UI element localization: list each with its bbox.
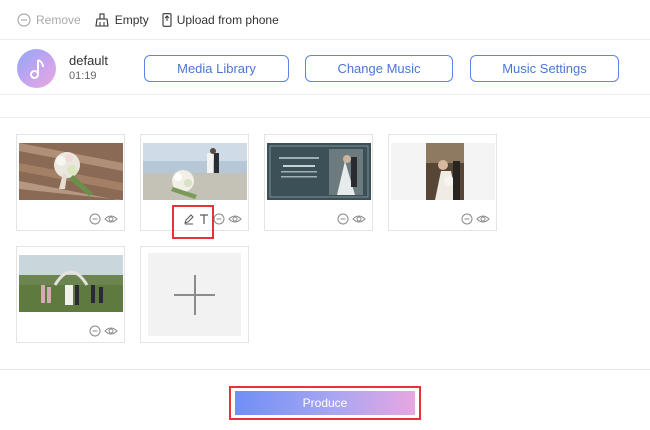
music-bar: default 01:19 Media Library Change Music… — [0, 41, 650, 95]
photo-thumbnail — [143, 143, 247, 200]
remove-button[interactable]: Remove — [17, 13, 81, 27]
photo-card[interactable] — [16, 246, 125, 343]
music-duration: 01:19 — [69, 70, 97, 82]
photo-card[interactable] — [264, 134, 373, 231]
photo-thumbnail — [19, 255, 123, 312]
photo-thumbnail — [267, 143, 371, 200]
remove-photo-icon[interactable] — [337, 213, 349, 225]
photo-card[interactable] — [388, 134, 497, 231]
photo-thumbnail — [19, 143, 123, 200]
remove-label: Remove — [36, 12, 81, 27]
empty-button[interactable]: Empty — [94, 13, 149, 27]
music-settings-button[interactable]: Music Settings — [470, 55, 619, 82]
media-library-button[interactable]: Media Library — [144, 55, 289, 82]
remove-photo-icon[interactable] — [213, 213, 225, 225]
card-actions — [334, 213, 366, 225]
slideshow-editor: Remove Empty Upload from phone default 0… — [0, 0, 650, 430]
card-actions — [458, 213, 490, 225]
remove-photo-icon[interactable] — [89, 213, 101, 225]
preview-eye-icon[interactable] — [104, 326, 118, 336]
toolbar: Remove Empty Upload from phone — [0, 0, 650, 40]
card-actions — [86, 325, 118, 337]
minus-circle-icon — [17, 12, 31, 27]
produce-button[interactable]: Produce — [235, 391, 415, 415]
photo-card[interactable] — [16, 134, 125, 231]
music-note-icon — [17, 49, 56, 88]
preview-eye-icon[interactable] — [352, 214, 366, 224]
add-photo-area[interactable] — [148, 253, 241, 336]
music-title: default — [69, 53, 109, 68]
divider — [0, 117, 650, 118]
phone-icon — [162, 12, 172, 27]
remove-photo-icon[interactable] — [89, 325, 101, 337]
empty-label: Empty — [114, 12, 149, 27]
add-photo-button[interactable] — [140, 246, 249, 343]
upload-label: Upload from phone — [176, 12, 279, 27]
preview-eye-icon[interactable] — [104, 214, 118, 224]
card-actions — [86, 213, 118, 225]
broom-icon — [95, 12, 109, 27]
remove-photo-icon[interactable] — [461, 213, 473, 225]
photo-thumbnail — [391, 143, 495, 200]
plus-icon-vertical — [194, 275, 196, 315]
edit-tools-highlight — [172, 205, 214, 239]
preview-eye-icon[interactable] — [476, 214, 490, 224]
upload-from-phone-button[interactable]: Upload from phone — [162, 13, 279, 27]
preview-eye-icon[interactable] — [228, 214, 242, 224]
change-music-button[interactable]: Change Music — [305, 55, 453, 82]
